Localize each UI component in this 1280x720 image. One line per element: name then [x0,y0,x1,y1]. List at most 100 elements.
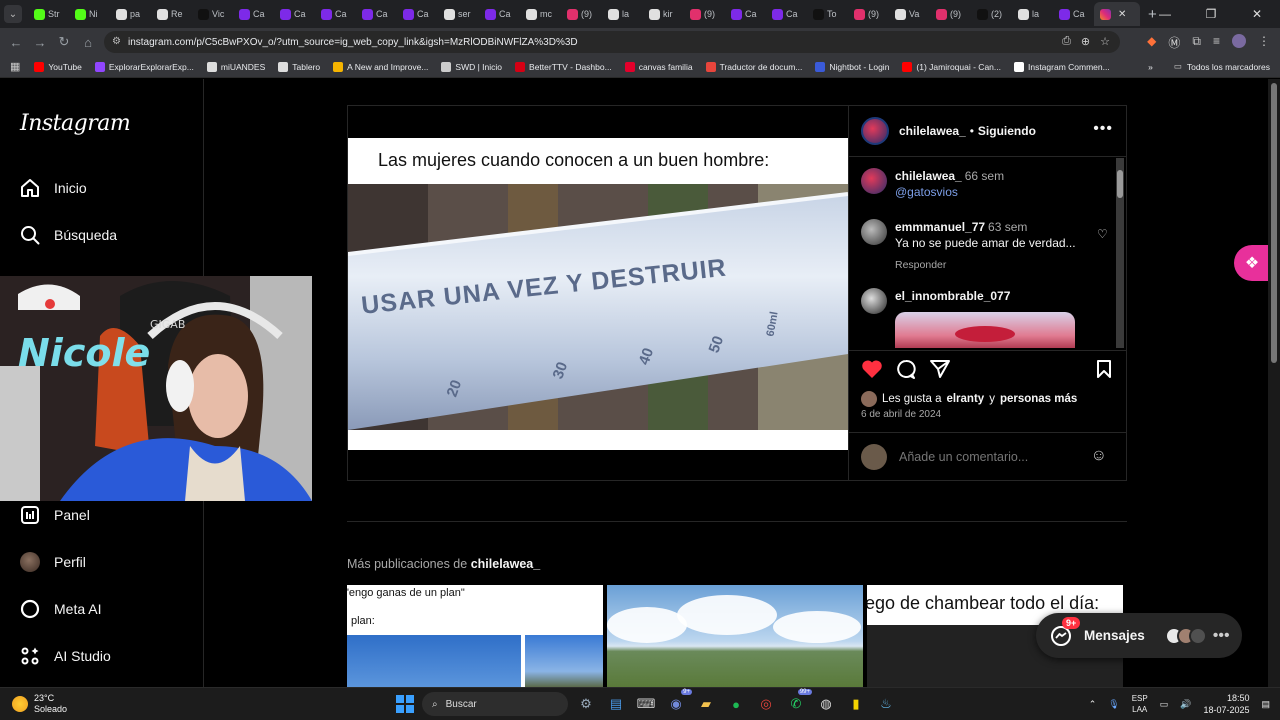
comments-scroll-thumb[interactable] [1117,170,1123,198]
author-username[interactable]: chilelawea_ [899,124,966,138]
browser-tab[interactable]: (9) [561,2,602,26]
page-scroll-thumb[interactable] [1271,83,1277,363]
likes-summary[interactable]: Les gusta a elranty y personas más [861,391,1077,407]
more-options-icon[interactable]: ••• [1093,120,1113,138]
extensions-puzzle-icon[interactable]: ⧉ [1192,34,1201,51]
browser-tab[interactable]: mc [520,2,561,26]
browser-tab[interactable]: Ca [766,2,807,26]
comment-avatar[interactable] [861,168,887,194]
all-bookmarks[interactable]: » ▭ Todos los marcadores [1148,61,1270,72]
language-indicator[interactable]: ESP LAA [1132,693,1148,715]
sidebar-item-panel[interactable]: Panel [20,505,90,525]
author-avatar[interactable] [861,117,889,145]
bookmark-item[interactable]: Instagram Commen... [1013,61,1110,72]
forward-icon[interactable]: → [28,35,52,50]
address-bar[interactable]: ⚙ instagram.com/p/C5cBwPXOv_o/?utm_sourc… [104,31,1120,53]
likes-others[interactable]: personas más [1000,393,1077,405]
browser-tab[interactable]: (9) [848,2,889,26]
bookmark-item[interactable]: BetterTTV - Dashbo... [515,61,612,72]
sticky-notes-icon[interactable]: ▮ [844,692,868,716]
reply-button[interactable]: Responder [895,257,1095,273]
browser-tab[interactable]: Ca [1053,2,1094,26]
notepad-icon[interactable]: ▤ [604,692,628,716]
messages-button[interactable]: 9+ Mensajes ••• [1036,613,1242,658]
apps-grid-icon[interactable]: ▦ [10,60,20,73]
browser-tab[interactable]: la [1012,2,1053,26]
browser-tab[interactable]: kir [643,2,684,26]
bookmark-star-icon[interactable]: ☆ [1100,35,1110,48]
sidebar-item-perfil[interactable]: Perfil [20,552,86,572]
bookmark-item[interactable]: miUANDES [206,61,265,72]
bookmark-item[interactable]: (1) Jamiroquai - Can... [902,61,1001,72]
browser-tab[interactable]: la [602,2,643,26]
post-thumbnail[interactable]: "engo ganas de un plan" plan: [347,585,603,687]
browser-tab[interactable]: (9) [930,2,971,26]
emoji-picker-icon[interactable]: ☺ [1091,447,1107,465]
settings-gear-icon[interactable]: ⚙ [574,692,598,716]
comment-bubble-icon[interactable] [895,359,917,384]
microphone-icon[interactable]: 🎙 [1108,699,1119,710]
browser-tab[interactable]: Ca [274,2,315,26]
browser-tab[interactable]: Ni [69,2,110,26]
bookmark-item[interactable]: canvas familia [624,61,693,72]
browser-tab[interactable]: Ca [725,2,766,26]
post-media[interactable]: Las mujeres cuando conocen a un buen hom… [348,106,848,480]
browser-tab[interactable]: To [807,2,848,26]
browser-tab[interactable]: Ca [479,2,520,26]
bookmark-item[interactable]: Tablero [278,61,320,72]
sidebar-item-inicio[interactable]: Inicio [20,178,87,198]
browser-tab[interactable]: ser [438,2,479,26]
comment-avatar[interactable] [861,219,887,245]
restore-icon[interactable]: ❐ [1188,7,1234,21]
close-window-icon[interactable]: ✕ [1234,7,1280,21]
browser-tab[interactable]: Re [151,2,192,26]
bookmark-item[interactable]: SWD | Inicio [441,61,502,72]
sidebar-item-ai-studio[interactable]: AI Studio [20,646,111,666]
browser-tab[interactable]: Str [28,2,69,26]
browser-tab[interactable]: (2) [971,2,1012,26]
bookmark-item[interactable]: YouTube [34,61,82,72]
network-icon[interactable]: ▭ [1160,699,1169,710]
steam-icon[interactable]: ♨ [874,692,898,716]
browser-tab[interactable]: pa [110,2,151,26]
profile-avatar-icon[interactable] [1232,34,1246,48]
floating-extension-icon[interactable]: ❖ [1234,245,1270,281]
bookmark-item[interactable]: ExplorarExplorarExp... [94,61,194,72]
close-tab-icon[interactable]: ✕ [1118,9,1126,20]
likes-user[interactable]: elranty [946,393,984,405]
media-control-icon[interactable]: ≡ [1213,34,1220,51]
obs-icon[interactable]: ◍ [814,692,838,716]
extension-m-icon[interactable]: Ⓜ [1168,34,1180,51]
volume-icon[interactable]: 🔊 [1180,699,1191,710]
comment-username[interactable]: el_innombrable_077 [895,289,1010,303]
more-posts-user[interactable]: chilelawea_ [471,557,541,571]
chrome-icon[interactable]: ◎ [754,692,778,716]
browser-tab[interactable]: Va [889,2,930,26]
notifications-icon[interactable]: ▤ [1261,699,1270,710]
bookmark-item[interactable]: Nightbot - Login [815,61,889,72]
install-app-icon[interactable]: ⎙ [1062,35,1071,48]
windows-start-icon[interactable] [394,693,416,715]
home-browser-icon[interactable]: ⌂ [76,35,100,50]
tab-active-instagram[interactable]: ✕ [1094,2,1140,26]
comment-username[interactable]: emmmanuel_77 [895,220,985,234]
comment-username[interactable]: chilelawea_ [895,169,962,183]
sidebar-item-meta-ai[interactable]: Meta AI [20,599,101,619]
browser-tab[interactable]: Ca [315,2,356,26]
bookmark-item[interactable]: Traductor de docum... [705,61,802,72]
extension-fox-icon[interactable]: ◆ [1147,34,1156,51]
tab-search-button[interactable]: ⌄ [4,5,22,23]
browser-tab[interactable]: Vic [192,2,233,26]
mention-link[interactable]: @gatosvios [895,185,958,199]
comment-input[interactable] [899,450,1079,464]
comments-scrollbar[interactable] [1116,158,1124,348]
back-icon[interactable]: ← [4,35,28,50]
taskbar-search[interactable]: ⌕ Buscar [422,692,568,716]
browser-tab[interactable]: (9) [684,2,725,26]
post-thumbnail[interactable] [607,585,863,687]
zoom-icon[interactable]: ⊕ [1081,35,1090,48]
reload-icon[interactable]: ↻ [52,34,76,50]
terminal-icon[interactable]: ⌨ [634,692,658,716]
site-info-icon[interactable]: ⚙ [112,36,124,48]
clock[interactable]: 18:50 18-07-2025 [1203,692,1249,716]
